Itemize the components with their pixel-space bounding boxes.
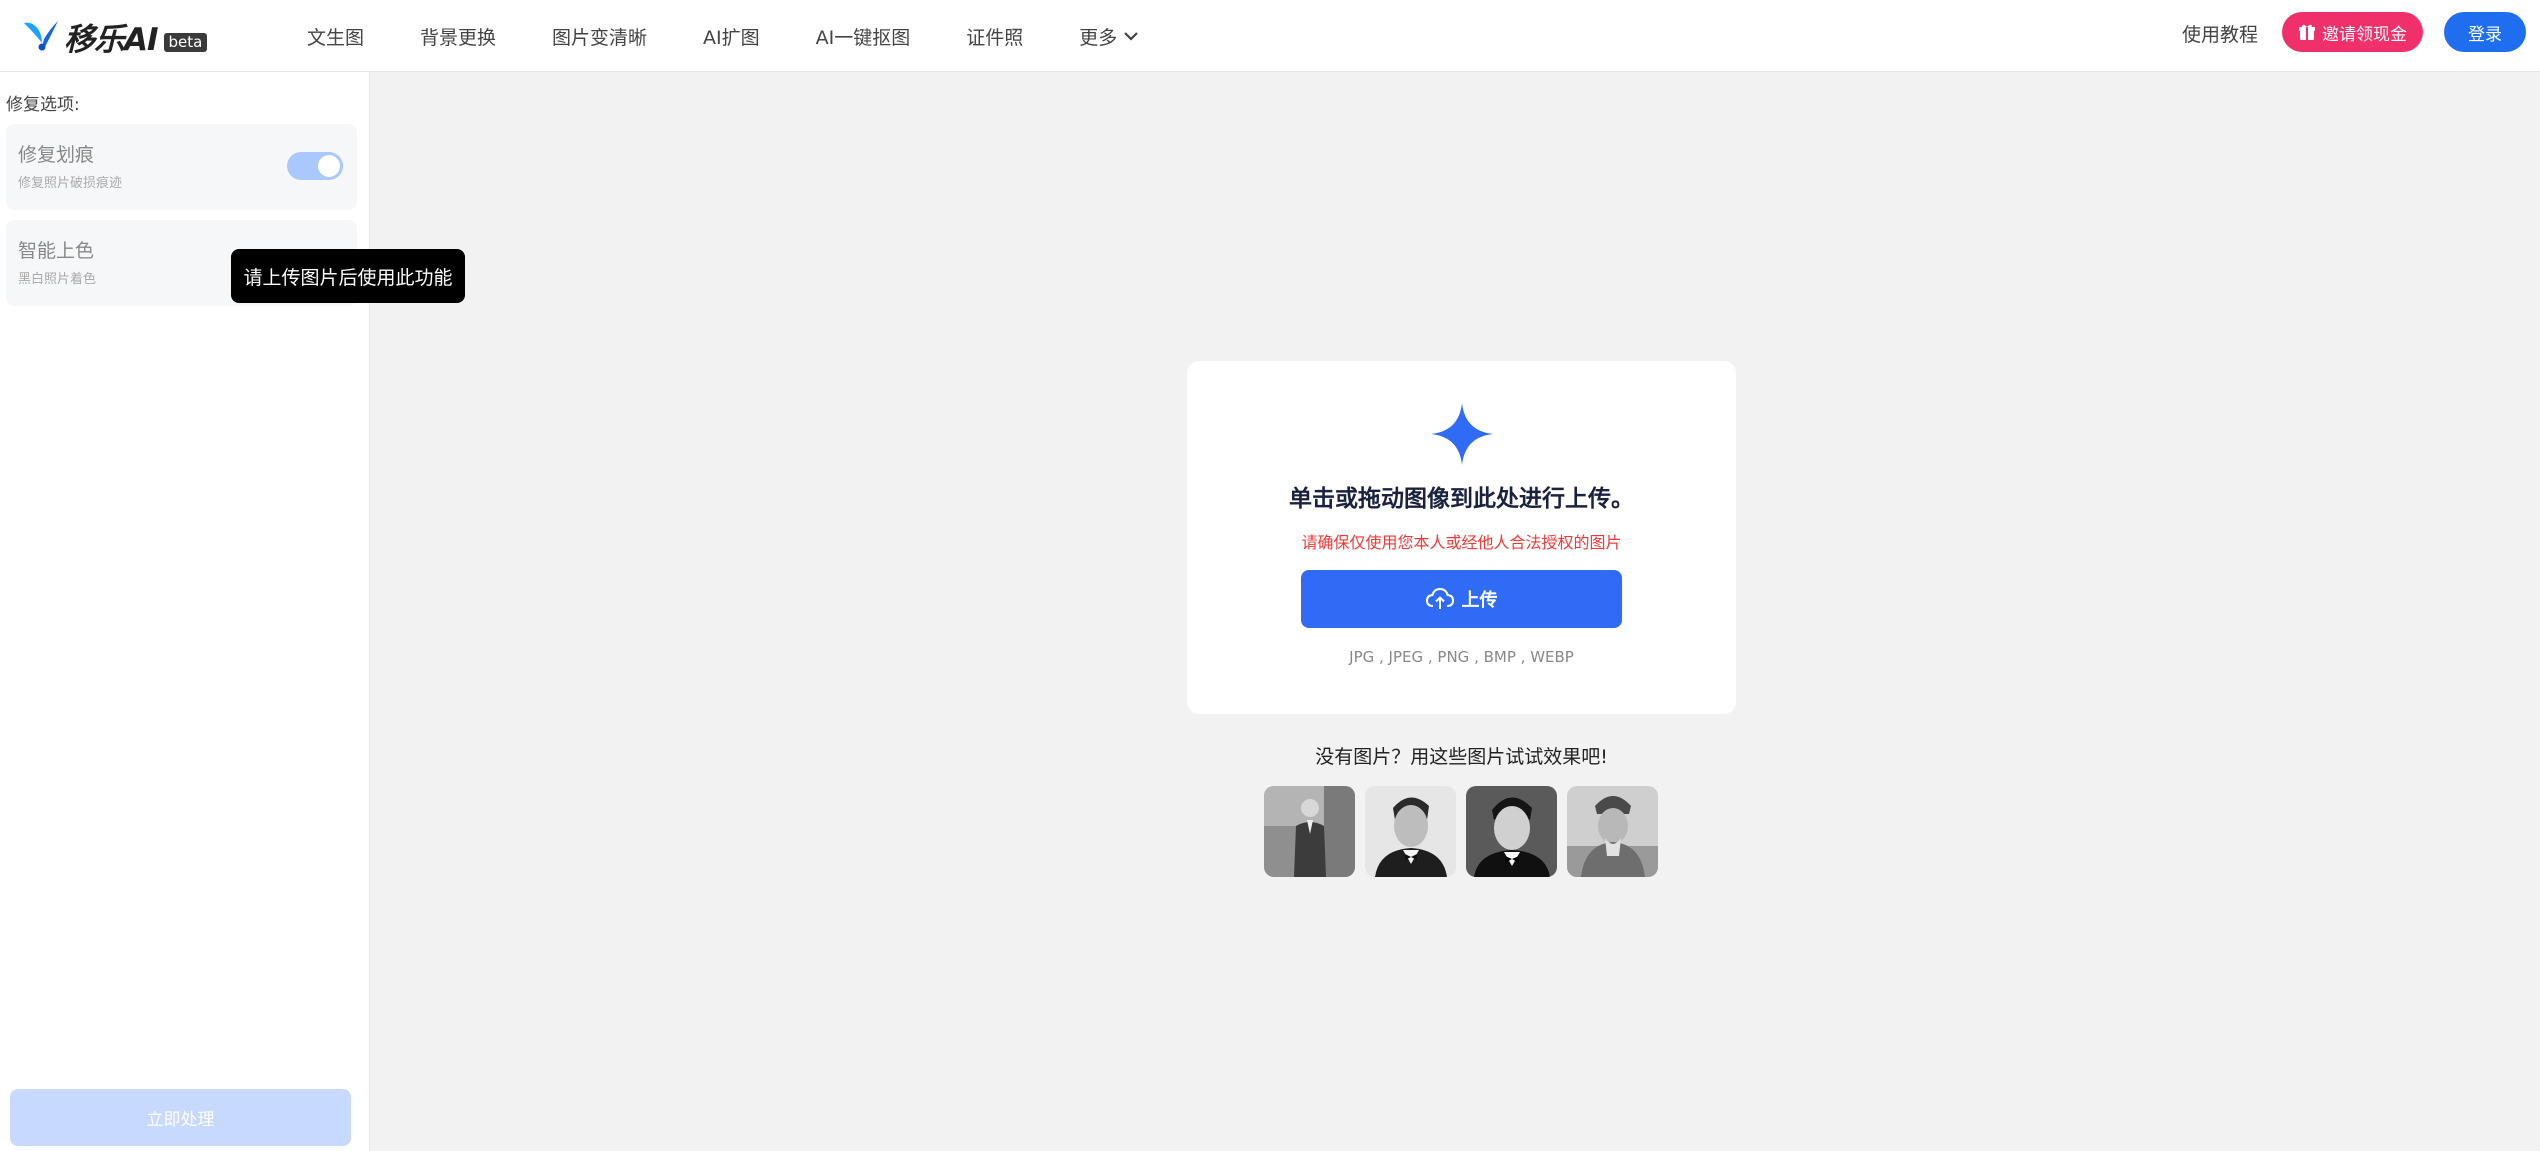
sample-photo-man-bowtie: [1365, 786, 1456, 877]
sample-thumbnail[interactable]: [1466, 786, 1557, 877]
sample-photo-man-suit: [1264, 786, 1355, 877]
upload-button-label: 上传: [1461, 590, 1498, 611]
logo-text: 移乐AI: [64, 21, 159, 58]
upload-button[interactable]: 上传: [1301, 570, 1622, 628]
top-header: 移乐AI beta 文生图 背景更换 图片变清晰 AI扩图 AI一键抠图 证件照…: [0, 0, 2540, 72]
sample-images: [1264, 786, 1668, 877]
nav-more[interactable]: 更多: [1079, 23, 1139, 50]
sample-thumbnail[interactable]: [1264, 786, 1355, 877]
process-now-button[interactable]: 立即处理: [10, 1089, 351, 1146]
sample-thumbnail[interactable]: [1567, 786, 1658, 877]
options-sidebar: 修复选项: 修复划痕 修复照片破损痕迹 智能上色 黑白照片着色 请上传图片后使用…: [0, 72, 465, 1151]
tutorial-link[interactable]: 使用教程: [2182, 20, 2258, 47]
logo-bird-icon: [24, 21, 58, 51]
sample-thumbnail[interactable]: [1365, 786, 1456, 877]
upload-dropzone[interactable]: 单击或拖动图像到此处进行上传。 请确保仅使用您本人或经他人合法授权的图片 上传 …: [1187, 361, 1736, 714]
main-nav: 文生图 背景更换 图片变清晰 AI扩图 AI一键抠图 证件照 更多: [307, 0, 1195, 72]
option-title: 修复划痕: [18, 144, 95, 166]
invite-cash-label: 邀请领现金: [2322, 24, 2407, 45]
upload-first-tooltip: 请上传图片后使用此功能: [231, 249, 465, 303]
upload-title: 单击或拖动图像到此处进行上传。: [1289, 486, 1634, 512]
sample-photo-young-man: [1466, 786, 1557, 877]
option-repair-scratches[interactable]: 修复划痕 修复照片破损痕迹: [6, 124, 357, 210]
logo[interactable]: 移乐AI beta: [22, 14, 208, 58]
invite-cash-button[interactable]: 邀请领现金: [2282, 12, 2423, 52]
cloud-upload-icon: [1425, 588, 1454, 609]
repair-options-label: 修复选项:: [6, 95, 80, 115]
toggle-knob: [318, 155, 340, 177]
nav-more-label: 更多: [1079, 26, 1118, 49]
gift-icon: [2299, 24, 2315, 40]
option-subtitle: 修复照片破损痕迹: [18, 176, 123, 191]
nav-id-photo[interactable]: 证件照: [966, 23, 1023, 50]
supported-formats: JPG , JPEG , PNG , BMP , WEBP: [1349, 648, 1574, 666]
option-subtitle: 黑白照片着色: [18, 272, 97, 287]
chevron-down-icon: [1124, 32, 1139, 41]
login-button[interactable]: 登录: [2444, 12, 2526, 52]
sample-images-label: 没有图片？用这些图片试试效果吧!: [1315, 746, 1608, 768]
option-title: 智能上色: [18, 240, 95, 262]
nav-background-replace[interactable]: 背景更换: [420, 23, 496, 50]
sample-photo-elder-hat: [1567, 786, 1658, 877]
sparkle-icon: [1431, 403, 1493, 465]
nav-ai-cutout[interactable]: AI一键抠图: [816, 23, 911, 50]
nav-image-enhance[interactable]: 图片变清晰: [552, 23, 647, 50]
beta-badge: beta: [163, 32, 208, 52]
upload-warning: 请确保仅使用您本人或经他人合法授权的图片: [1301, 533, 1622, 552]
nav-ai-expand[interactable]: AI扩图: [703, 23, 760, 50]
repair-scratches-toggle[interactable]: [287, 152, 343, 180]
nav-text-to-image[interactable]: 文生图: [307, 23, 364, 50]
